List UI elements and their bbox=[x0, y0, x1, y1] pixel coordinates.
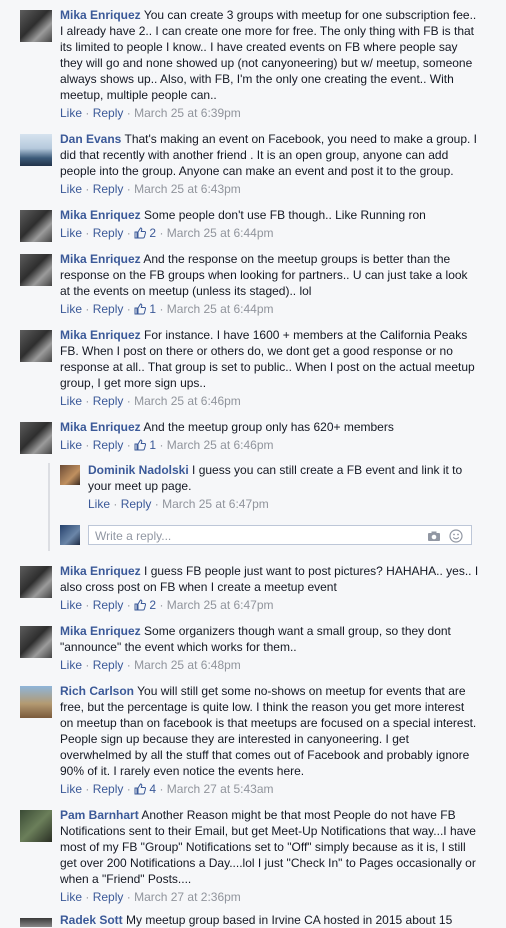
like-link[interactable]: Like bbox=[60, 106, 82, 120]
author-name[interactable]: Mika Enriquez bbox=[60, 8, 141, 22]
like-link[interactable]: Like bbox=[60, 658, 82, 672]
avatar[interactable] bbox=[20, 330, 52, 362]
avatar[interactable] bbox=[20, 810, 52, 842]
timestamp[interactable]: March 27 at 5:43am bbox=[167, 782, 274, 796]
avatar[interactable] bbox=[20, 566, 52, 598]
like-link[interactable]: Like bbox=[60, 226, 82, 240]
like-link[interactable]: Like bbox=[60, 598, 82, 612]
author-name[interactable]: Mika Enriquez bbox=[60, 328, 141, 342]
reply-box[interactable] bbox=[88, 525, 472, 545]
thumbs-up-icon bbox=[134, 599, 147, 611]
reply-thread-line bbox=[48, 463, 50, 551]
avatar[interactable] bbox=[60, 465, 80, 485]
like-link[interactable]: Like bbox=[60, 438, 82, 452]
reply-link[interactable]: Reply bbox=[93, 890, 124, 904]
timestamp[interactable]: March 25 at 6:39pm bbox=[134, 106, 241, 120]
timestamp[interactable]: March 25 at 6:46pm bbox=[134, 394, 241, 408]
author-name[interactable]: Mika Enriquez bbox=[60, 420, 141, 434]
like-link[interactable]: Like bbox=[60, 890, 82, 904]
like-count[interactable]: 1 bbox=[134, 438, 156, 452]
reply-link[interactable]: Reply bbox=[121, 497, 152, 511]
author-name[interactable]: Dominik Nadolski bbox=[88, 463, 189, 477]
like-link[interactable]: Like bbox=[88, 497, 110, 511]
timestamp[interactable]: March 25 at 6:43pm bbox=[134, 182, 241, 196]
like-count[interactable]: 2 bbox=[134, 226, 156, 240]
avatar[interactable] bbox=[20, 10, 52, 42]
thumbs-up-icon bbox=[134, 439, 147, 451]
timestamp[interactable]: March 25 at 6:48pm bbox=[134, 658, 241, 672]
comment-text: That's making an event on Facebook, you … bbox=[60, 132, 477, 178]
emoji-icon[interactable] bbox=[449, 529, 463, 543]
timestamp[interactable]: March 25 at 6:44pm bbox=[167, 302, 274, 316]
thumbs-up-icon bbox=[134, 227, 147, 239]
thumbs-up-icon bbox=[134, 783, 147, 795]
timestamp[interactable]: March 25 at 6:46pm bbox=[167, 438, 274, 452]
timestamp[interactable]: March 25 at 6:47pm bbox=[162, 497, 269, 511]
author-name[interactable]: Pam Barnhart bbox=[60, 808, 139, 822]
author-name[interactable]: Rich Carlson bbox=[60, 684, 134, 698]
avatar[interactable] bbox=[20, 134, 52, 166]
reply-link[interactable]: Reply bbox=[93, 226, 124, 240]
author-name[interactable]: Radek Sott bbox=[60, 913, 123, 927]
timestamp[interactable]: March 25 at 6:47pm bbox=[167, 598, 274, 612]
comment-text: Some people don't use FB though.. Like R… bbox=[144, 208, 426, 222]
author-name[interactable]: Mika Enriquez bbox=[60, 624, 141, 638]
avatar[interactable] bbox=[20, 686, 52, 718]
timestamp[interactable]: March 25 at 6:44pm bbox=[167, 226, 274, 240]
current-user-avatar bbox=[60, 525, 80, 545]
reply-link[interactable]: Reply bbox=[93, 438, 124, 452]
timestamp[interactable]: March 27 at 2:36pm bbox=[134, 890, 241, 904]
comment-text: My meetup group based in Irvine CA hoste… bbox=[126, 913, 453, 927]
like-count[interactable]: 4 bbox=[134, 782, 156, 796]
avatar[interactable] bbox=[20, 254, 52, 286]
comment-text: You will still get some no-shows on meet… bbox=[60, 684, 477, 778]
comment-text: And the meetup group only has 620+ membe… bbox=[143, 420, 394, 434]
reply-link[interactable]: Reply bbox=[93, 302, 124, 316]
reply-link[interactable]: Reply bbox=[93, 106, 124, 120]
avatar[interactable] bbox=[20, 210, 52, 242]
reply-link[interactable]: Reply bbox=[93, 182, 124, 196]
author-name[interactable]: Mika Enriquez bbox=[60, 564, 141, 578]
author-name[interactable]: Mika Enriquez bbox=[60, 208, 141, 222]
thumbs-up-icon bbox=[134, 303, 147, 315]
avatar[interactable] bbox=[20, 918, 52, 927]
reply-link[interactable]: Reply bbox=[93, 598, 124, 612]
reply-input[interactable] bbox=[93, 528, 417, 544]
reply-link[interactable]: Reply bbox=[93, 782, 124, 796]
reply-link[interactable]: Reply bbox=[93, 394, 124, 408]
comment-text: You can create 3 groups with meetup for … bbox=[60, 8, 477, 102]
reply-link[interactable]: Reply bbox=[93, 658, 124, 672]
author-name[interactable]: Mika Enriquez bbox=[60, 252, 141, 266]
like-link[interactable]: Like bbox=[60, 302, 82, 316]
like-link[interactable]: Like bbox=[60, 394, 82, 408]
like-count[interactable]: 1 bbox=[134, 302, 156, 316]
avatar[interactable] bbox=[20, 422, 52, 454]
like-count[interactable]: 2 bbox=[134, 598, 156, 612]
author-name[interactable]: Dan Evans bbox=[60, 132, 121, 146]
camera-icon[interactable] bbox=[427, 529, 441, 543]
avatar[interactable] bbox=[20, 626, 52, 658]
like-link[interactable]: Like bbox=[60, 782, 82, 796]
like-link[interactable]: Like bbox=[60, 182, 82, 196]
